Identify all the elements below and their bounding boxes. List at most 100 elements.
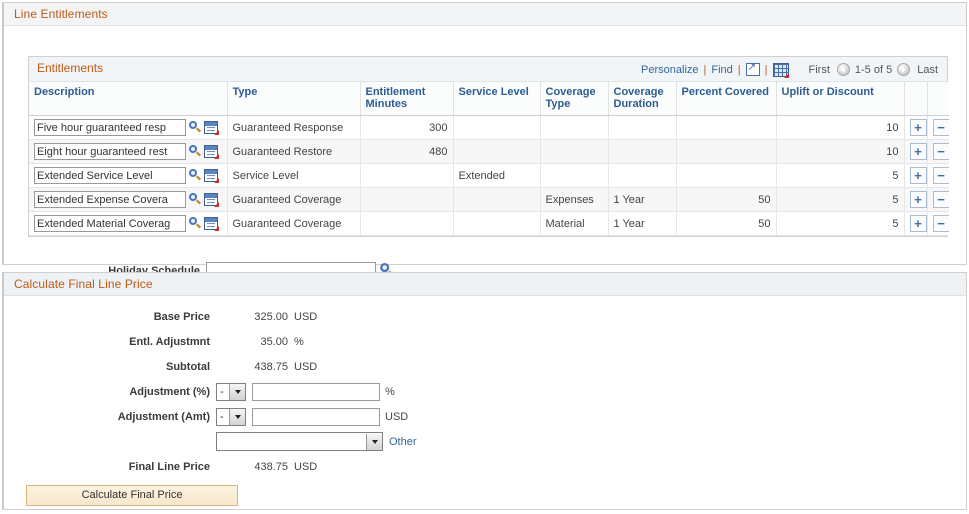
add-row-button[interactable]: + <box>909 215 926 232</box>
calculate-section-title: Calculate Final Line Price <box>14 277 153 291</box>
cell-type: Guaranteed Coverage <box>227 187 361 212</box>
cell-coverage-duration <box>608 139 677 164</box>
add-row-button[interactable]: + <box>909 167 926 184</box>
table-row: Guaranteed Response 300 10 + − <box>29 115 949 140</box>
next-page-icon[interactable] <box>897 63 911 76</box>
column-header-service-level[interactable]: Service Level <box>453 82 541 116</box>
cell-add-row: + <box>904 187 928 212</box>
adjustment-amount-input[interactable] <box>252 407 380 426</box>
cell-entitlement-minutes <box>360 211 454 236</box>
column-header-type[interactable]: Type <box>227 82 361 116</box>
other-adjustment-select[interactable] <box>216 432 383 451</box>
entitlements-table: Description Type Entitlement Minutes Ser… <box>29 82 949 236</box>
page-title: Line Entitlements <box>14 7 108 21</box>
lookup-icon[interactable] <box>188 192 202 207</box>
lookup-icon[interactable] <box>188 216 202 231</box>
add-row-button[interactable]: + <box>909 119 926 136</box>
cell-description <box>29 163 228 188</box>
related-content-icon[interactable] <box>204 121 219 135</box>
chevron-down-icon <box>229 383 245 400</box>
remove-row-button[interactable]: − <box>932 191 949 208</box>
remove-row-button[interactable]: − <box>932 215 949 232</box>
adjustment-percent-input[interactable] <box>252 382 380 401</box>
description-input[interactable] <box>34 215 186 232</box>
toolbar-separator-1: | <box>703 63 707 76</box>
find-link[interactable]: Find <box>708 64 735 76</box>
cell-remove-row: − <box>927 115 949 140</box>
cell-add-row: + <box>904 139 928 164</box>
description-input[interactable] <box>34 143 186 160</box>
cell-service-level <box>453 139 541 164</box>
column-header-entitlement-minutes[interactable]: Entitlement Minutes <box>360 82 454 116</box>
calculate-section-body: Base Price 325.00 USD Entl. Adjustmnt 35… <box>4 296 966 506</box>
pager-first-link[interactable]: First <box>806 64 833 76</box>
cell-percent-covered: 50 <box>676 187 777 212</box>
adjustment-amount-sign-select[interactable]: - <box>216 407 246 426</box>
pager-row-count: 1-5 of 5 <box>854 63 893 76</box>
subtotal-label: Subtotal <box>166 360 210 373</box>
calculate-final-price-button[interactable]: Calculate Final Price <box>26 485 238 506</box>
previous-page-icon[interactable] <box>836 63 850 76</box>
line-entitlements-header: Line Entitlements <box>4 3 966 26</box>
subtotal-value: 438.75 <box>254 360 288 373</box>
line-entitlements-section: Line Entitlements Entitlements Personali… <box>2 2 967 280</box>
lookup-icon[interactable] <box>188 168 202 183</box>
description-input[interactable] <box>34 191 186 208</box>
chevron-down-icon <box>366 433 382 450</box>
related-content-icon[interactable] <box>204 145 219 159</box>
cell-description <box>29 211 228 236</box>
pager-last-link[interactable]: Last <box>914 64 941 76</box>
cell-coverage-type: Material <box>540 211 609 236</box>
cell-entitlement-minutes: 480 <box>360 139 454 164</box>
cell-remove-row: − <box>927 187 949 212</box>
final-line-price-row: Final Line Price 438.75 USD <box>4 454 966 479</box>
cell-description <box>29 115 228 140</box>
cell-type: Guaranteed Response <box>227 115 361 140</box>
cell-percent-covered: 50 <box>676 211 777 236</box>
cell-coverage-type <box>540 163 609 188</box>
column-header-percent-covered[interactable]: Percent Covered <box>676 82 777 116</box>
related-content-icon[interactable] <box>204 193 219 207</box>
description-input[interactable] <box>34 167 186 184</box>
adjustment-amount-sign-value: - <box>220 410 224 423</box>
toolbar-separator-2: | <box>737 63 741 76</box>
column-header-uplift-or-discount[interactable]: Uplift or Discount <box>776 82 905 116</box>
cell-coverage-duration: 1 Year <box>608 211 677 236</box>
lookup-icon[interactable] <box>188 144 202 159</box>
cell-service-level: Extended <box>453 163 541 188</box>
entitlement-adjustment-label: Entl. Adjustmnt <box>129 335 210 348</box>
adjustment-amount-unit: USD <box>385 410 409 423</box>
column-header-coverage-type[interactable]: Coverage Type <box>540 82 609 116</box>
related-content-icon[interactable] <box>204 217 219 231</box>
column-header-coverage-duration[interactable]: Coverage Duration <box>608 82 677 116</box>
cell-add-row: + <box>904 211 928 236</box>
lookup-icon[interactable] <box>188 120 202 135</box>
description-input[interactable] <box>34 119 186 136</box>
final-line-price-unit: USD <box>294 460 318 473</box>
cell-add-row: + <box>904 115 928 140</box>
cell-entitlement-minutes <box>360 187 454 212</box>
column-header-description[interactable]: Description <box>29 82 228 116</box>
cell-remove-row: − <box>927 163 949 188</box>
cell-type: Guaranteed Restore <box>227 139 361 164</box>
other-link[interactable]: Other <box>389 436 417 448</box>
remove-row-button[interactable]: − <box>932 119 949 136</box>
remove-row-button[interactable]: − <box>932 167 949 184</box>
cell-coverage-type <box>540 139 609 164</box>
adjustment-percent-sign-select[interactable]: - <box>216 382 246 401</box>
add-row-button[interactable]: + <box>909 143 926 160</box>
add-row-button[interactable]: + <box>909 191 926 208</box>
adjustment-amount-label: Adjustment (Amt) <box>117 410 210 423</box>
adjustment-percent-unit: % <box>385 385 395 398</box>
cell-uplift-or-discount: 10 <box>776 115 905 140</box>
remove-row-button[interactable]: − <box>932 143 949 160</box>
final-line-price-value: 438.75 <box>254 460 288 473</box>
new-window-icon[interactable] <box>745 61 760 76</box>
table-row: Guaranteed Coverage Expenses 1 Year 50 5… <box>29 187 949 212</box>
cell-percent-covered <box>676 163 777 188</box>
personalize-link[interactable]: Personalize <box>638 64 701 76</box>
related-content-icon[interactable] <box>204 169 219 183</box>
cell-coverage-duration <box>608 163 677 188</box>
download-to-excel-icon[interactable] <box>772 62 789 78</box>
cell-description <box>29 187 228 212</box>
